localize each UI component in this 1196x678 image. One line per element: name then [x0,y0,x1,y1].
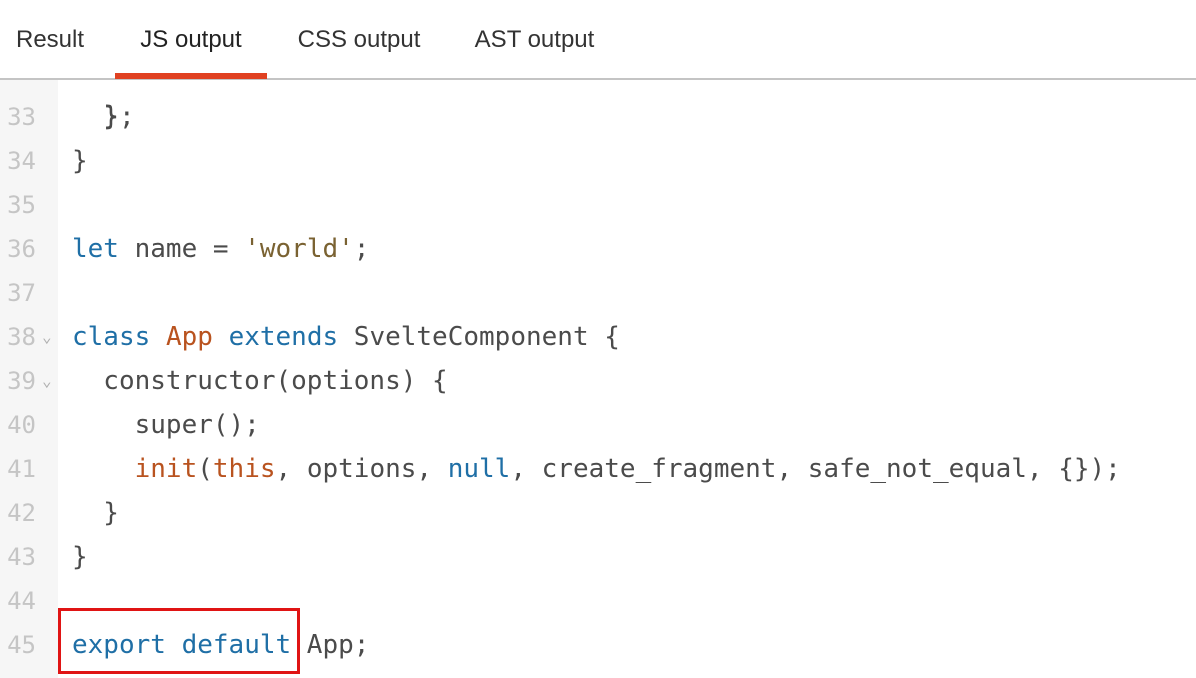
line-number: 35 [7,191,36,219]
code-text: let name = 'world'; [72,227,369,271]
code-token: } [72,542,88,572]
output-tabs: Result JS output CSS output AST output [0,0,1196,80]
code-text: constructor(options) { [72,359,448,403]
code-token: extends [228,322,339,352]
code-token: class [72,322,151,352]
code-text: super(); [72,403,260,447]
code-token: name = [118,234,245,264]
code-line: 40 super(); [0,403,1196,447]
tab-result[interactable]: Result [0,0,100,80]
chevron-down-icon[interactable]: ⌄ [42,315,52,359]
line-number: 39 [7,367,36,395]
code-line: 43} [0,535,1196,579]
code-token: App; [291,630,370,660]
highlight-box [58,608,300,674]
line-number: 37 [7,279,36,307]
code-line-partial: } [0,80,1196,131]
code-line: 34} [0,139,1196,183]
code-text: init(this, options, null, create_fragmen… [72,447,1121,491]
line-number: 33 [7,103,36,131]
code-line: 39 ⌄ constructor(options) { [0,359,1196,403]
code-text: class App extends SvelteComponent { [72,315,620,359]
code-editor[interactable]: } 33 }; 34} 35 36 let name = 'world'; 37 38 ⌄ cl… [0,80,1196,678]
tab-ast-output[interactable]: AST output [462,0,607,80]
code-text: } [72,491,119,535]
code-token: App [165,322,213,352]
line-number: 36 [7,235,36,263]
line-number: 44 [7,587,36,615]
chevron-down-icon[interactable]: ⌄ [42,359,52,403]
code-token: ; [353,234,370,264]
code-line: 36 let name = 'world'; [0,227,1196,271]
code-line: 37 [0,271,1196,315]
code-token: , create_fragment, safe_not_equal, {}); [510,454,1121,484]
line-number: 42 [7,499,36,527]
code-line: 42 } [0,491,1196,535]
line-number: 38 [7,323,36,351]
code-token: this [212,454,276,484]
code-line: 41 init(this, options, null, create_frag… [0,447,1196,491]
code-text: } [72,139,88,183]
line-number: 34 [7,147,36,175]
tab-js-output[interactable]: JS output [115,0,267,80]
code-line: 35 [0,183,1196,227]
code-token: null [447,454,511,484]
code-token: 'world' [244,234,354,264]
code-token: } [72,498,119,528]
tab-css-output[interactable]: CSS output [285,0,433,80]
line-number: 43 [7,543,36,571]
code-token: let [72,234,119,264]
code-token: ( [197,454,213,484]
code-token: SvelteComponent { [338,322,620,352]
code-text: } [72,535,88,579]
code-token: init [134,454,198,484]
active-tab-indicator [115,73,267,79]
line-number: 41 [7,455,36,483]
code-token: super(); [72,410,260,440]
code-text: }; [72,95,135,139]
code-line: 38 ⌄ class App extends SvelteComponent { [0,315,1196,359]
line-number: 40 [7,411,36,439]
code-token: } [72,146,88,176]
code-line: 33 }; [0,95,1196,139]
code-token: constructor(options) { [72,366,448,396]
line-number: 45 [7,631,36,659]
code-token: }; [72,102,135,132]
code-token: , options, [275,454,448,484]
